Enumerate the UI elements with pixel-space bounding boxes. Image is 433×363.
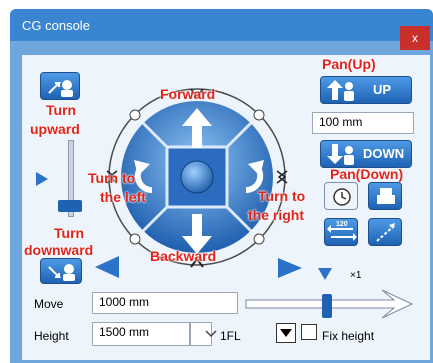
pan-down-button[interactable]: DOWN: [320, 140, 412, 168]
pan-up-button[interactable]: UP: [320, 76, 412, 104]
pan-down-label: DOWN: [363, 146, 405, 161]
turn-upward-annotation-line2: upward: [30, 121, 80, 137]
print-button[interactable]: [368, 182, 402, 210]
turn-left-annotation-line1: Turn to: [88, 170, 136, 186]
path-icon: [376, 223, 396, 242]
turn-downward-button[interactable]: [40, 258, 82, 284]
speed-slider-thumb[interactable]: [322, 294, 332, 318]
pan-down-icon: [327, 144, 354, 165]
pan-down-annotation: Pan(Down): [330, 166, 404, 182]
window-title: CG console: [22, 18, 90, 33]
turn-right-annotation-line2: the right: [248, 207, 304, 223]
tilt-indicator-icon: [36, 172, 48, 186]
height-dropdown-button[interactable]: [190, 322, 217, 346]
turn-upward-annotation-line1: Turn: [46, 102, 77, 118]
path-button[interactable]: [368, 218, 402, 246]
turn-right-annotation-line1: Turn to: [258, 188, 306, 204]
pan-up-annotation: Pan(Up): [322, 56, 376, 72]
speed-indicator-icon: [318, 268, 332, 280]
history-button[interactable]: [324, 182, 358, 210]
pan-up-icon: [327, 80, 354, 101]
tilt-slider-thumb[interactable]: [58, 200, 82, 212]
turn-left-annotation-line2: the left: [100, 189, 146, 205]
swap-label: 120: [336, 221, 348, 228]
dropdown-triangle-icon: [280, 329, 292, 337]
printer-icon: [377, 188, 395, 204]
turn-downward-annotation-line2: downward: [24, 242, 94, 258]
turn-upward-button[interactable]: [40, 72, 80, 100]
swap-button[interactable]: 120: [324, 218, 358, 246]
fix-height-label: Fix height: [322, 329, 375, 343]
tilt-down-icon: [48, 264, 75, 281]
move-label: Move: [34, 297, 64, 311]
height-input[interactable]: 1500 mm: [92, 322, 190, 346]
close-button[interactable]: x: [400, 26, 430, 50]
height-label: Height: [34, 329, 69, 343]
speed-label: ×1: [350, 270, 362, 281]
turn-downward-annotation-line1: Turn: [54, 225, 85, 241]
forward-annotation: Forward: [160, 86, 216, 102]
pan-up-label: UP: [373, 82, 392, 97]
fix-height-checkbox[interactable]: [301, 324, 317, 340]
backward-annotation: Backward: [150, 248, 217, 264]
floor-dropdown-button[interactable]: [276, 323, 296, 343]
floor-label: 1FL: [220, 329, 241, 343]
tilt-up-icon: [48, 80, 73, 97]
move-distance-input[interactable]: 1000 mm: [92, 292, 238, 314]
clock-icon: [333, 188, 351, 206]
pan-step-input[interactable]: 100 mm: [312, 112, 414, 134]
chevron-down-icon: [205, 330, 217, 338]
forward-arrow-icon[interactable]: [182, 108, 212, 148]
